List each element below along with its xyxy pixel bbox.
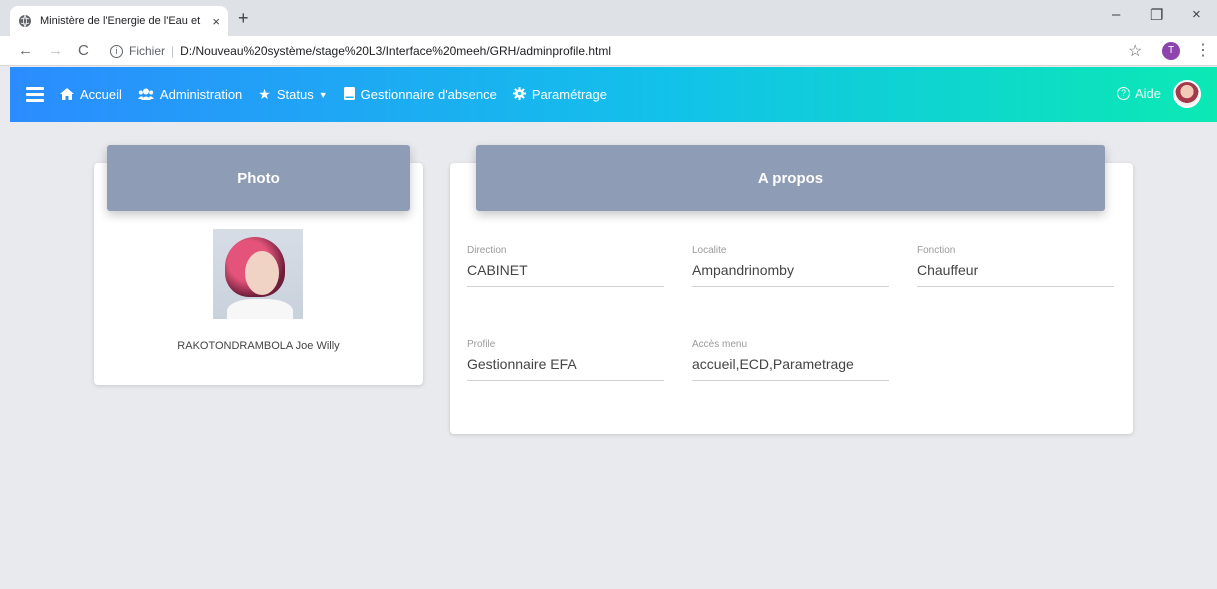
reload-icon[interactable]: C — [78, 42, 89, 59]
field-value: Gestionnaire EFA — [467, 356, 577, 372]
field-localite: Localite Ampandrinomby — [692, 245, 889, 287]
minimize-button[interactable]: – — [1112, 6, 1120, 23]
field-value: Ampandrinomby — [692, 262, 794, 278]
nav-item-accueil[interactable]: Accueil — [60, 87, 122, 103]
new-tab-button[interactable]: + — [238, 8, 249, 29]
home-icon — [60, 87, 74, 103]
browser-tab-bar: Ministère de l'Energie de l'Eau et × + –… — [0, 0, 1217, 36]
back-arrow-icon[interactable]: ← — [18, 42, 33, 59]
restore-button[interactable]: ❐ — [1150, 6, 1163, 24]
field-label: Profile — [467, 339, 496, 350]
field-direction: Direction CABINET — [467, 245, 664, 287]
browser-menu-icon[interactable]: ⋮ — [1195, 40, 1211, 60]
users-icon — [137, 87, 154, 103]
field-value: accueil,ECD,Parametrage — [692, 356, 854, 372]
nav-item-label: Gestionnaire d'absence — [360, 87, 497, 102]
profile-name: RAKOTONDRAMBOLA Joe Willy — [177, 340, 340, 352]
book-icon — [343, 86, 355, 103]
nav-item-label: Administration — [159, 87, 243, 102]
url-text: D:/Nouveau%20système/stage%20L3/Interfac… — [180, 44, 612, 58]
nav-item-label: Accueil — [80, 87, 122, 102]
star-icon: ★ — [258, 86, 271, 102]
field-label: Accès menu — [692, 339, 748, 350]
photo-card-header: Photo — [107, 145, 410, 211]
photo-card-title: Photo — [237, 169, 280, 187]
tab-close-icon[interactable]: × — [212, 14, 220, 29]
nav-item-administration[interactable]: Administration — [137, 87, 243, 103]
nav-item-gestionnaire-absence[interactable]: Gestionnaire d'absence — [343, 86, 497, 103]
url-field[interactable]: i Fichier | D:/Nouveau%20système/stage%2… — [110, 40, 1110, 62]
help-label: Aide — [1134, 86, 1161, 101]
about-card-title: A propos — [757, 169, 824, 187]
bookmark-star-icon[interactable]: ☆ — [1128, 41, 1142, 61]
field-value: Chauffeur — [917, 262, 979, 278]
field-label: Fonction — [917, 245, 956, 256]
field-label: Direction — [467, 245, 507, 256]
profile-photo — [213, 229, 303, 319]
nav-item-label: Status — [276, 87, 314, 102]
field-acces-menu: Accès menu accueil,ECD,Parametrage — [692, 339, 889, 381]
info-icon[interactable]: i — [110, 44, 123, 58]
about-card-header: A propos — [476, 145, 1105, 211]
browser-profile-avatar[interactable]: T — [1162, 42, 1180, 60]
close-window-button[interactable]: × — [1192, 6, 1201, 23]
field-fonction: Fonction Chauffeur — [917, 245, 1114, 287]
question-circle-icon: ? — [1116, 87, 1130, 100]
nav-item-parametrage[interactable]: Paramétrage — [512, 86, 607, 103]
hamburger-menu-icon[interactable] — [26, 84, 44, 105]
tab-title: Ministère de l'Energie de l'Eau et — [40, 15, 201, 27]
browser-address-bar: ← → C i Fichier | D:/Nouveau%20système/s… — [0, 36, 1217, 66]
nav-item-label: Paramétrage — [531, 87, 607, 102]
address-separator: | — [171, 44, 175, 58]
address-prefix: Fichier — [129, 44, 166, 58]
user-avatar[interactable] — [1173, 80, 1201, 108]
forward-arrow-icon[interactable]: → — [48, 42, 63, 59]
globe-icon — [19, 14, 31, 28]
app-navbar: Accueil Administration ★ Status ▼ Gestio… — [10, 67, 1217, 122]
field-value: CABINET — [467, 262, 528, 278]
gear-icon — [512, 86, 526, 103]
field-profile: Profile Gestionnaire EFA — [467, 339, 664, 381]
help-link[interactable]: ? Aide — [1116, 86, 1161, 101]
nav-item-status[interactable]: ★ Status ▼ — [258, 86, 327, 103]
chevron-down-icon: ▼ — [318, 89, 328, 100]
field-label: Localite — [692, 245, 727, 256]
browser-tab[interactable]: Ministère de l'Energie de l'Eau et × — [10, 6, 228, 36]
